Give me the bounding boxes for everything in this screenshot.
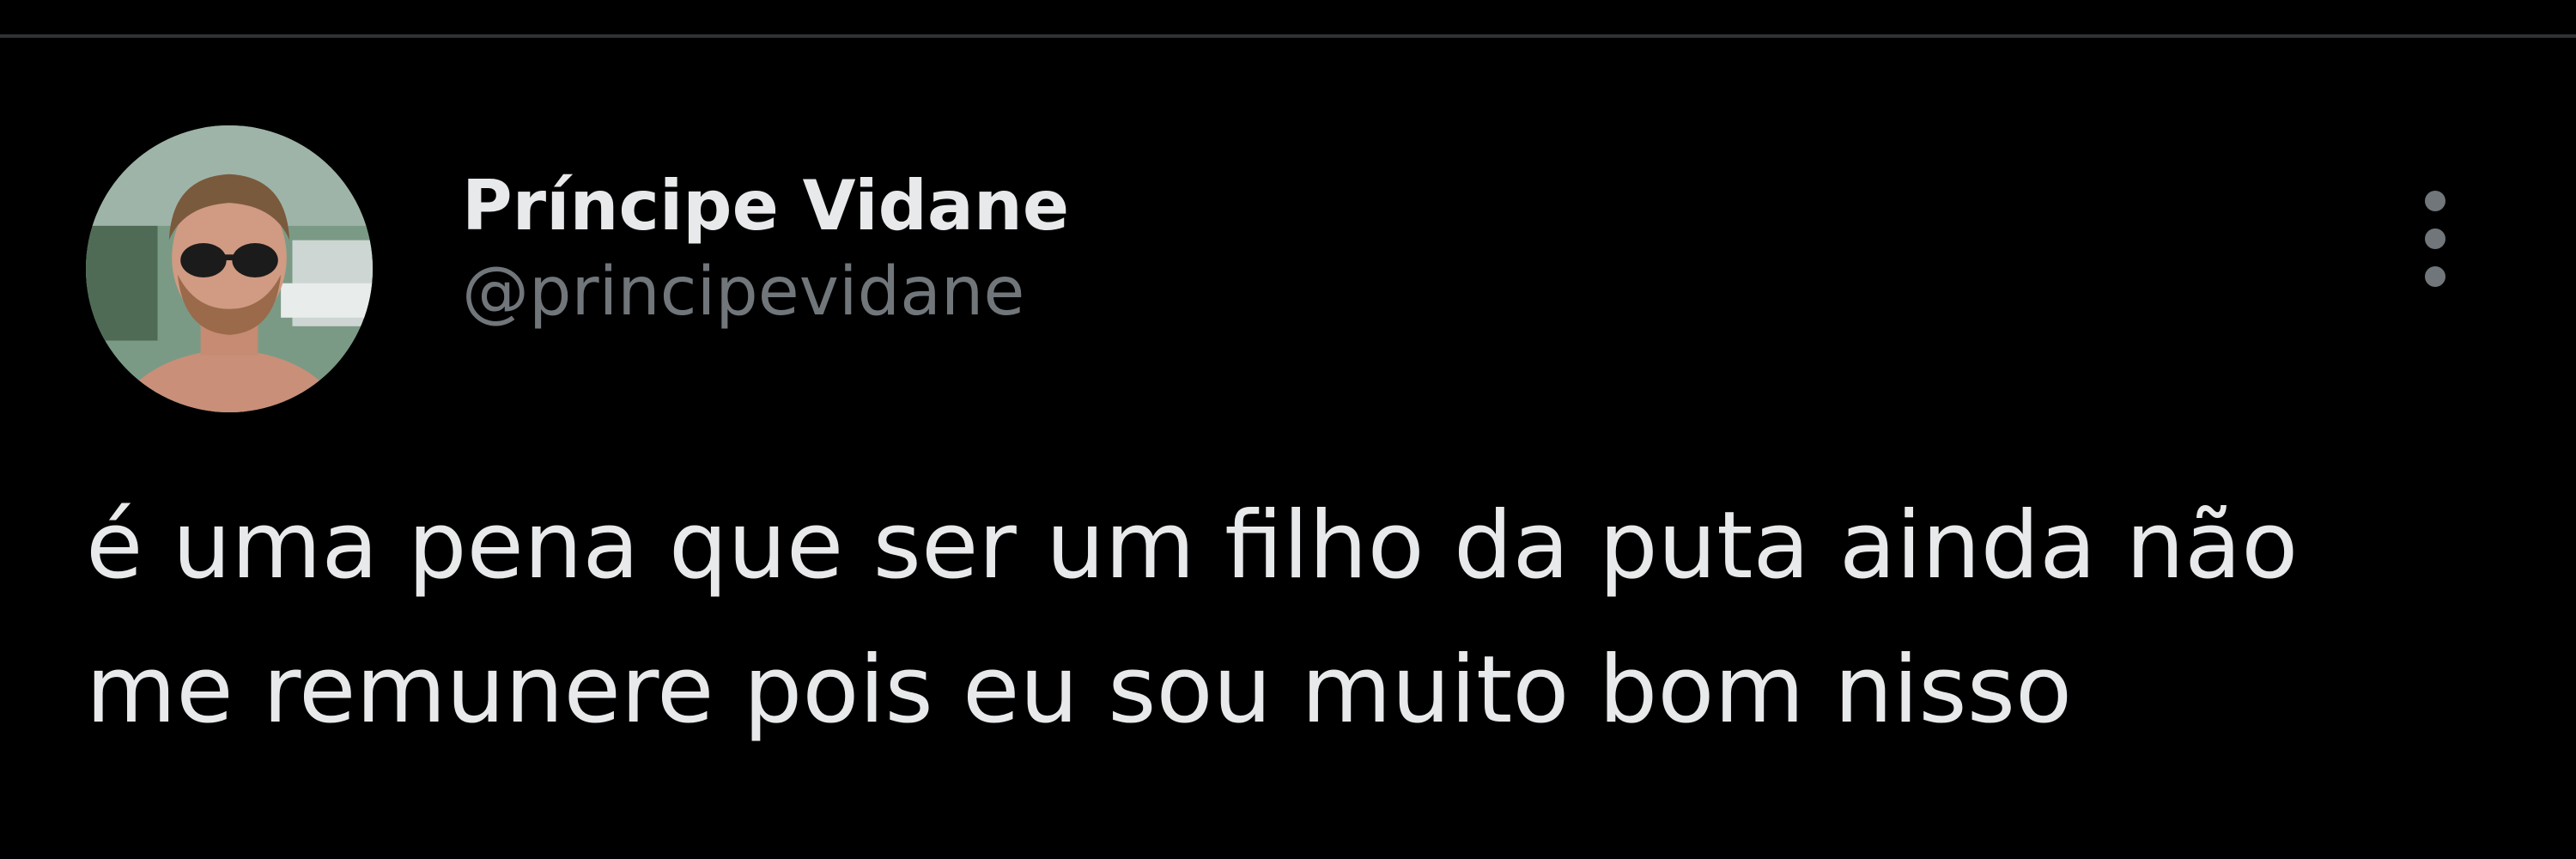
avatar-photo [86, 125, 373, 412]
author-handle[interactable]: @principevidane [462, 249, 1069, 335]
tweet-card[interactable]: Príncipe Vidane @principevidane é uma pe… [0, 38, 2576, 859]
tweet-text: é uma pena que ser um filho da puta aind… [86, 492, 2299, 744]
author-avatar[interactable] [86, 125, 373, 412]
author-info: Príncipe Vidane @principevidane [462, 165, 1069, 335]
author-display-name[interactable]: Príncipe Vidane [462, 165, 1069, 247]
more-options-button[interactable] [2401, 184, 2470, 295]
